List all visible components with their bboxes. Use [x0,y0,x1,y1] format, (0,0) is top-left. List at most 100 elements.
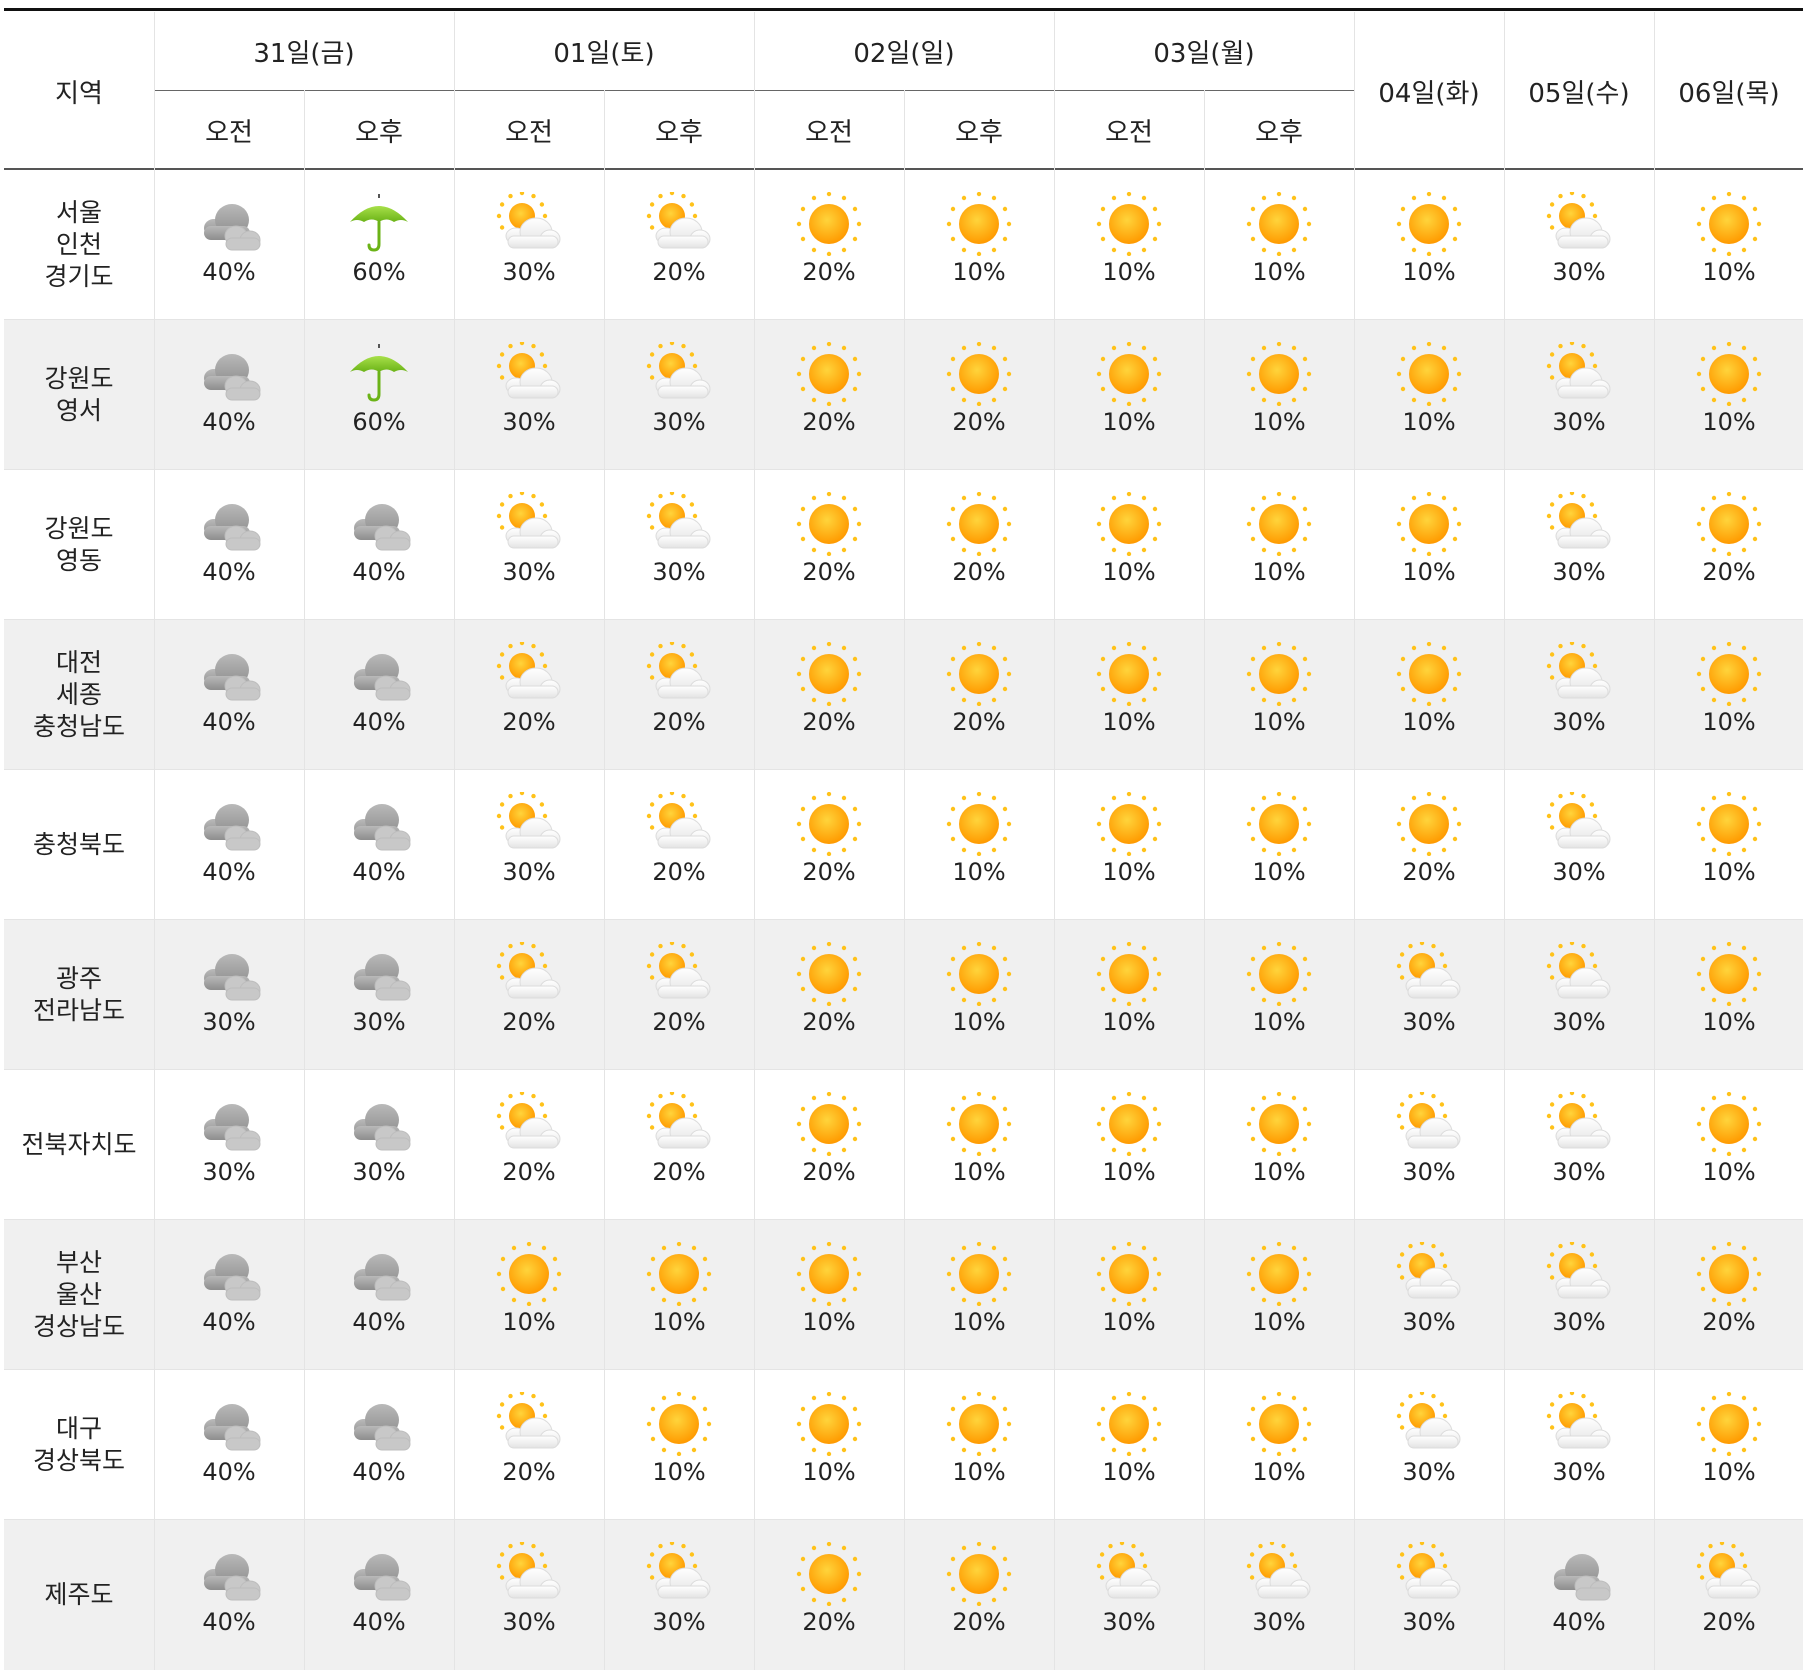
sun-icon [1246,192,1312,256]
precip-probability: 10% [1252,1458,1306,1486]
cloudy-icon [354,804,411,851]
forecast-cell: 10% [1204,770,1354,920]
precip-probability: 20% [652,1008,706,1036]
precip-probability: 20% [802,708,856,736]
precip-probability: 20% [652,708,706,736]
cloudy-icon [1554,1554,1611,1601]
forecast-cell: 20% [754,620,904,770]
precip-probability: 60% [352,408,406,436]
partly-cloudy-icon [646,192,711,249]
precip-probability: 20% [1702,1308,1756,1336]
column-divider [1054,12,1055,1670]
am-header: 오전 [1105,117,1153,148]
sun-icon [946,192,1012,256]
partly-cloudy-icon [1546,942,1611,999]
forecast-cell: 30% [1504,320,1654,470]
region-name-line: 경상북도 [32,1446,125,1475]
forecast-cell: 20% [604,920,754,1070]
forecast-cell: 10% [1654,320,1804,470]
partly-cloudy-icon [1546,1392,1611,1449]
forecast-cell: 20% [754,320,904,470]
forecast-cell: 20% [1654,470,1804,620]
precip-probability: 10% [1402,558,1456,586]
forecast-cell: 40% [1504,1520,1654,1670]
sun-icon [796,192,862,256]
forecast-cell: 20% [1354,770,1504,920]
forecast-cell: 10% [1654,920,1804,1070]
region-name-line: 서울 [55,198,102,227]
region-name-line: 대구 [55,1414,102,1443]
forecast-cell: 10% [454,1220,604,1370]
sun-icon [796,942,862,1006]
column-divider [1204,90,1205,1670]
forecast-table: 지역 31일(금) 오전 오후 01일(토) 오전 오후 02일(일) 오전 오후 03일(월) 오… [0,0,1807,1677]
forecast-cell: 10% [1204,620,1354,770]
precip-probability: 30% [652,408,706,436]
forecast-cell: 10% [904,920,1054,1070]
forecast-cell: 10% [1054,470,1204,620]
column-divider [154,12,155,1670]
precip-probability: 10% [1102,1158,1156,1186]
precip-probability: 10% [952,1308,1006,1336]
precip-probability: 20% [502,1008,556,1036]
cloudy-icon [204,204,261,251]
precip-probability: 20% [802,858,856,886]
partly-cloudy-icon [1546,1092,1611,1149]
precip-probability: 30% [1402,1008,1456,1036]
precip-probability: 40% [202,558,256,586]
forecast-cell: 10% [1204,1220,1354,1370]
forecast-cell: 20% [754,1520,904,1670]
forecast-cell: 10% [1204,470,1354,620]
forecast-cell: 20% [754,920,904,1070]
precip-probability: 30% [1402,1608,1456,1636]
sun-icon [946,792,1012,856]
sun-icon [1246,1092,1312,1156]
partly-cloudy-icon [1696,1542,1761,1599]
sun-icon [946,492,1012,556]
precip-probability: 10% [1252,708,1306,736]
sun-icon [1696,192,1762,256]
forecast-cell: 10% [1054,1370,1204,1520]
precip-probability: 10% [1102,858,1156,886]
umbrella-icon [350,344,408,402]
precip-probability: 10% [1102,1008,1156,1036]
forecast-cell: 20% [904,1520,1054,1670]
forecast-cell: 30% [454,470,604,620]
forecast-cell: 20% [604,170,754,320]
region-name-line: 강원도 [44,514,114,543]
forecast-cell: 10% [904,170,1054,320]
pm-header: 오후 [955,117,1003,148]
partly-cloudy-icon [1546,342,1611,399]
sun-icon [1096,642,1162,706]
precip-probability: 20% [1702,1608,1756,1636]
precip-probability: 20% [652,858,706,886]
forecast-cell: 20% [904,320,1054,470]
pm-header: 오후 [355,117,403,148]
forecast-cell: 30% [1504,920,1654,1070]
sun-icon [946,1242,1012,1306]
precip-probability: 10% [1702,708,1756,736]
precip-probability: 20% [952,1608,1006,1636]
region-name-line: 경상남도 [32,1312,125,1341]
cloudy-icon [204,1254,261,1301]
forecast-cell: 40% [154,170,304,320]
partly-cloudy-icon [646,1542,711,1599]
partly-cloudy-icon [1396,1542,1461,1599]
precip-probability: 10% [952,258,1006,286]
precip-probability: 30% [502,408,556,436]
precip-probability: 10% [1702,258,1756,286]
sun-icon [1246,942,1312,1006]
partly-cloudy-icon [646,642,711,699]
forecast-cell: 30% [454,170,604,320]
precip-probability: 30% [1552,1008,1606,1036]
forecast-cell: 10% [1204,1070,1354,1220]
partly-cloudy-icon [1096,1542,1161,1599]
forecast-cell: 10% [1054,170,1204,320]
region-name: 충청북도 [4,770,154,920]
precip-probability: 40% [352,1458,406,1486]
sun-icon [796,1392,862,1456]
precip-probability: 10% [1102,258,1156,286]
sun-icon [1246,492,1312,556]
precip-probability: 30% [652,1608,706,1636]
precip-probability: 10% [652,1308,706,1336]
